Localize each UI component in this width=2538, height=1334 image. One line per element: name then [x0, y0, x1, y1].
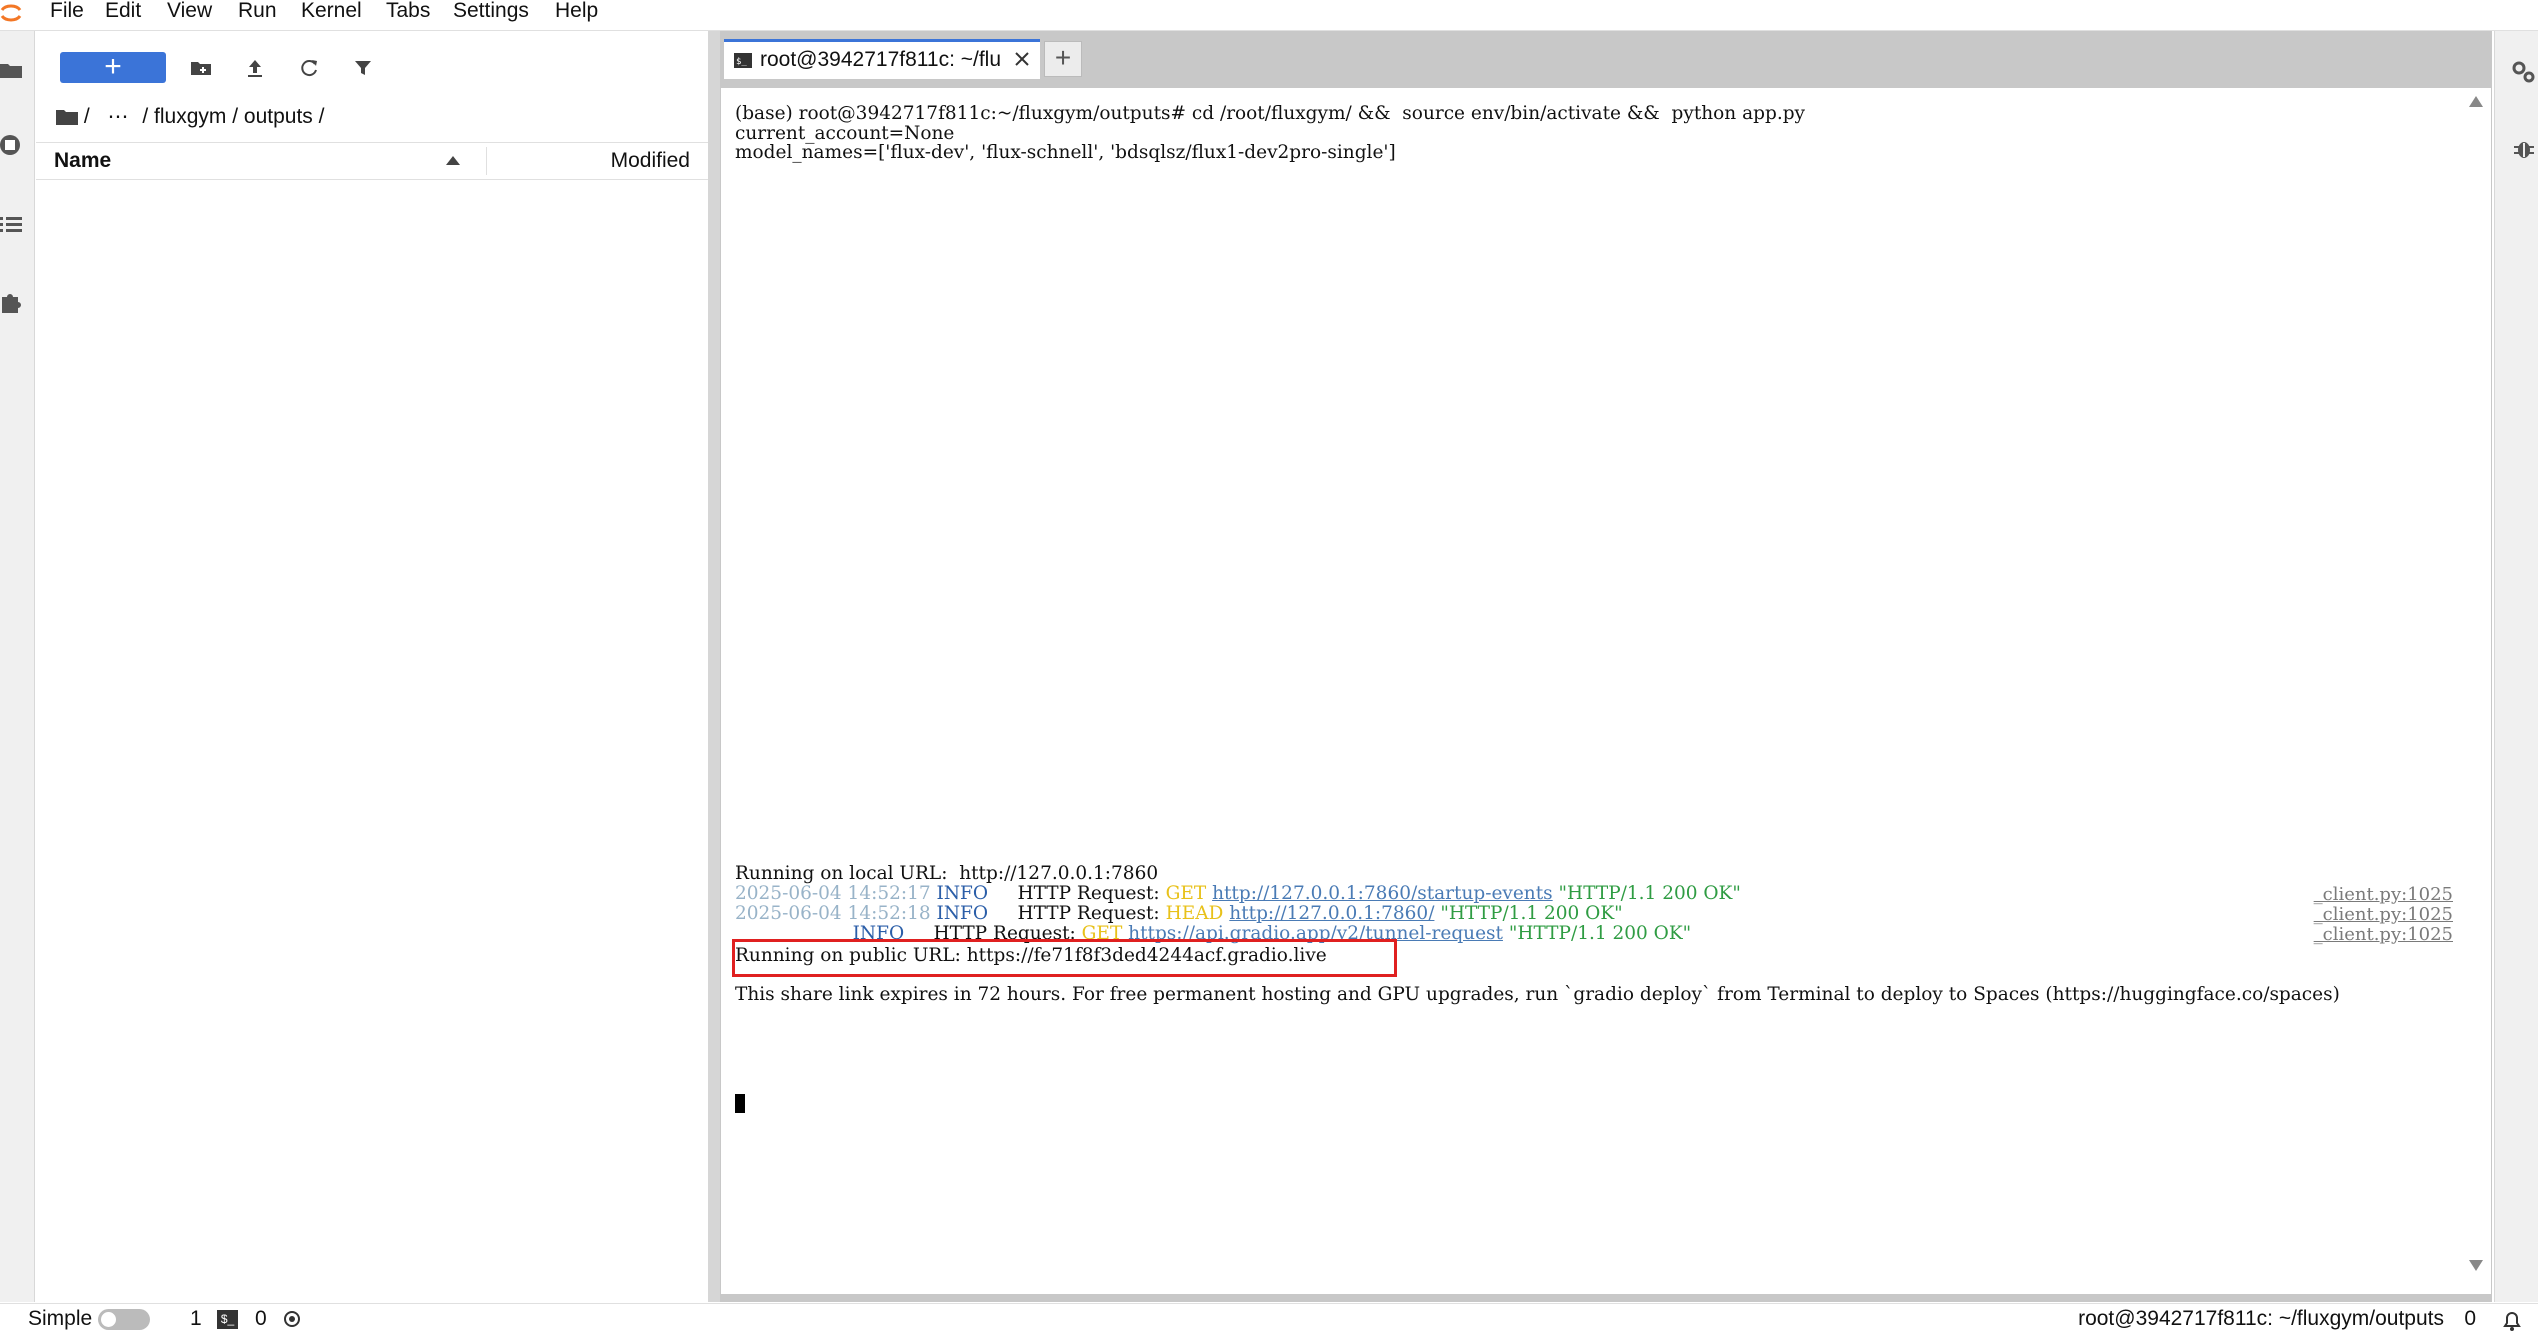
- menu-bar: File Edit View Run Kernel Tabs Settings …: [0, 0, 2538, 31]
- notifications-count[interactable]: 0: [2464, 1304, 2476, 1334]
- close-icon[interactable]: [1012, 49, 1032, 69]
- menu-settings[interactable]: Settings: [453, 0, 529, 26]
- terminal-line-local-url: Running on local URL: http://127.0.0.1:7…: [735, 863, 1159, 884]
- menu-kernel[interactable]: Kernel: [301, 0, 362, 26]
- debugger-bug-icon[interactable]: [2511, 135, 2537, 161]
- terminal-line-command: (base) root@3942717f811c:~/fluxgym/outpu…: [735, 103, 1805, 124]
- new-folder-icon[interactable]: [188, 55, 214, 81]
- kernel-gear-icon[interactable]: [282, 1309, 302, 1329]
- menu-view[interactable]: View: [167, 0, 212, 26]
- log-method: HEAD: [1165, 903, 1224, 924]
- status-bar: Simple 1 $_ 0 root@3942717f811c: ~/fluxg…: [0, 1303, 2538, 1334]
- breadcrumb-path[interactable]: / fluxgym / outputs /: [142, 105, 324, 128]
- log-status: "HTTP/1.1 200 OK": [1558, 883, 1741, 904]
- tab-terminal-label: root@3942717f811c: ~/flu: [760, 48, 1002, 71]
- log-url-link[interactable]: http://127.0.0.1:7860/startup-events: [1212, 883, 1553, 904]
- scroll-up-arrow-icon[interactable]: [2469, 96, 2483, 107]
- add-tab-button[interactable]: +: [1044, 41, 1082, 77]
- column-modified-header[interactable]: Modified: [611, 143, 690, 179]
- terminal-count-icon[interactable]: $_: [217, 1310, 238, 1329]
- kernels-count[interactable]: 0: [255, 1304, 267, 1334]
- log-level: INFO: [936, 883, 989, 904]
- left-activity-bar: [0, 31, 35, 1302]
- jupyter-logo-icon: [0, 4, 22, 22]
- menu-run[interactable]: Run: [238, 0, 277, 26]
- file-listing-header: Name Modified: [36, 142, 708, 180]
- tab-terminal[interactable]: $_ root@3942717f811c: ~/flu: [724, 39, 1040, 79]
- simple-mode-label: Simple: [28, 1307, 93, 1330]
- svg-text:$_: $_: [736, 57, 747, 67]
- notification-bell-icon[interactable]: [2500, 1308, 2524, 1332]
- log-source-ref[interactable]: _client.py:1025: [2314, 904, 2453, 925]
- log-source-ref[interactable]: _client.py:1025: [2314, 924, 2453, 945]
- breadcrumb-root-separator: /: [83, 105, 90, 128]
- terminal-log-line: 2025-06-04 14:52:18 INFO HTTP Request: H…: [735, 904, 1623, 924]
- terminal-output[interactable]: (base) root@3942717f811c:~/fluxgym/outpu…: [720, 87, 2492, 1295]
- terminal-line-models: model_names=['flux-dev', 'flux-schnell',…: [735, 142, 1396, 163]
- table-of-contents-icon[interactable]: [0, 213, 24, 237]
- log-status: "HTTP/1.1 200 OK": [1508, 923, 1692, 944]
- scroll-down-arrow-icon[interactable]: [2469, 1260, 2483, 1271]
- folder-icon[interactable]: [0, 58, 24, 82]
- highlight-annotation-box: [732, 939, 1397, 977]
- log-request-label: HTTP Request:: [1017, 903, 1160, 924]
- log-url-link[interactable]: http://127.0.0.1:7860/: [1229, 903, 1434, 924]
- toggle-knob: [101, 1312, 116, 1327]
- terminal-line-share-notice: This share link expires in 72 hours. For…: [735, 984, 2340, 1005]
- terminal-cursor: [735, 1094, 745, 1113]
- terminal-line-account: current_account=None: [735, 123, 955, 144]
- terminal-log-line: 2025-06-04 14:52:17 INFO HTTP Request: G…: [735, 884, 1741, 904]
- home-folder-icon[interactable]: [56, 107, 78, 127]
- terminal-icon: $_: [734, 53, 752, 68]
- menu-edit[interactable]: Edit: [105, 0, 141, 26]
- property-inspector-gears-icon[interactable]: [2511, 59, 2537, 85]
- new-launcher-button[interactable]: +: [60, 52, 166, 83]
- status-current-path: root@3942717f811c: ~/fluxgym/outputs: [2078, 1307, 2444, 1330]
- menu-file[interactable]: File: [50, 0, 84, 26]
- breadcrumb: / ⋯ / fluxgym / outputs /: [56, 103, 324, 131]
- sort-ascending-icon: [446, 156, 460, 165]
- log-status: "HTTP/1.1 200 OK": [1440, 903, 1623, 924]
- log-request-label: HTTP Request:: [1017, 883, 1160, 904]
- running-sessions-icon[interactable]: [0, 133, 24, 157]
- filter-icon[interactable]: [350, 55, 376, 81]
- log-timestamp: 2025-06-04 14:52:17: [735, 883, 931, 904]
- log-level: INFO: [936, 903, 989, 924]
- log-timestamp: 2025-06-04 14:52:18: [735, 903, 931, 924]
- panel-splitter[interactable]: [708, 31, 720, 1302]
- column-name-header[interactable]: Name: [54, 143, 111, 179]
- breadcrumb-ellipsis[interactable]: ⋯: [108, 105, 129, 128]
- upload-icon[interactable]: [242, 55, 268, 81]
- column-divider[interactable]: [486, 147, 487, 175]
- extension-puzzle-icon[interactable]: [0, 291, 24, 315]
- terminals-count[interactable]: 1: [190, 1304, 202, 1334]
- menu-help[interactable]: Help: [555, 0, 598, 26]
- right-side-bar: [2494, 31, 2538, 1302]
- refresh-icon[interactable]: [296, 55, 322, 81]
- log-method: GET: [1165, 883, 1207, 904]
- log-source-ref[interactable]: _client.py:1025: [2314, 884, 2453, 905]
- simple-mode-toggle[interactable]: [98, 1309, 150, 1330]
- main-tab-bar: $_ root@3942717f811c: ~/flu +: [720, 31, 2492, 79]
- menu-tabs[interactable]: Tabs: [386, 0, 430, 26]
